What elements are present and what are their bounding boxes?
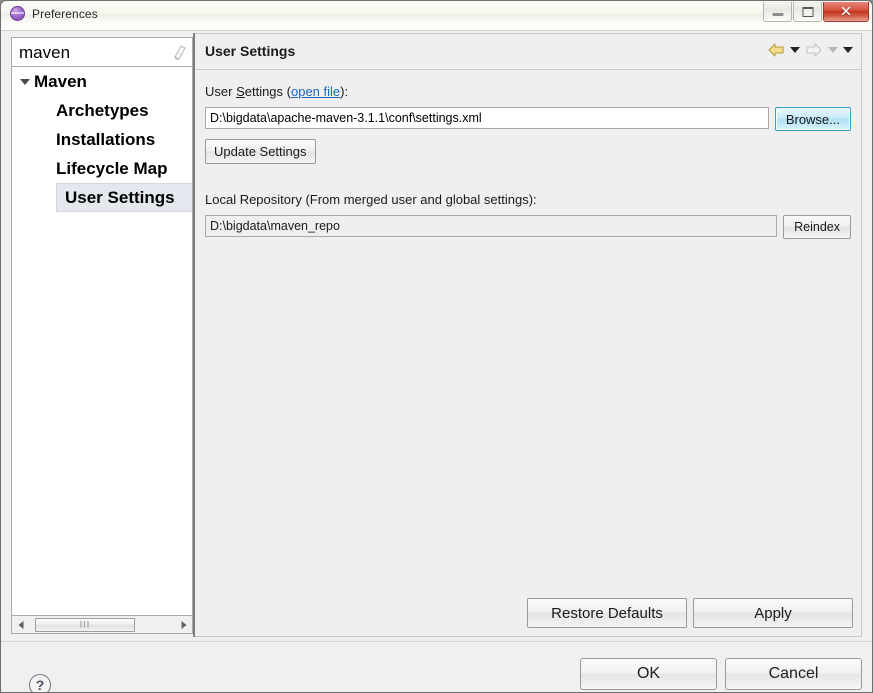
restore-defaults-button[interactable]: Restore Defaults (527, 598, 687, 628)
tree-item-label: User Settings (65, 187, 175, 207)
page-navigation (767, 42, 853, 58)
page-action-buttons: Restore Defaults Apply (527, 598, 853, 628)
apply-button[interactable]: Apply (693, 598, 853, 628)
preferences-dialog: Preferences ✕ maven Maven Archetypes Ins… (0, 0, 873, 693)
tree-item-label: Archetypes (56, 100, 149, 120)
preference-tree-pane: Maven Archetypes Installations Lifecycle… (11, 37, 193, 634)
local-repository-label: Local Repository (From merged user and g… (205, 192, 537, 207)
tree-item-installations[interactable]: Installations (12, 125, 192, 154)
user-settings-label-mnemonic: S (236, 84, 245, 99)
user-settings-label-rest: ettings ( (244, 84, 291, 99)
filter-box[interactable] (11, 37, 193, 68)
user-settings-label-suffix: ): (340, 84, 349, 99)
scroll-right-icon[interactable] (175, 617, 192, 633)
help-question-icon[interactable]: ? (29, 674, 51, 692)
back-history-chevron-down-icon[interactable] (790, 47, 800, 53)
forward-history-chevron-down-icon (828, 47, 838, 53)
settings-form: User Settings (open file): Browse... Upd… (195, 70, 861, 239)
tree-item-label: Maven (34, 71, 87, 91)
view-menu-chevron-down-icon[interactable] (843, 47, 853, 53)
window-title: Preferences (32, 6, 98, 21)
settings-panel: User Settings User Settings (open file):… (195, 33, 862, 637)
tree-item-label: Lifecycle Map (56, 158, 168, 178)
close-button[interactable]: ✕ (823, 2, 869, 22)
tree-item-lifecycle-mappings[interactable]: Lifecycle Map (12, 154, 192, 183)
update-settings-button[interactable]: Update Settings (205, 139, 316, 164)
open-file-link[interactable]: open file (291, 84, 340, 99)
form-spacer (205, 164, 851, 192)
tree-item-archetypes[interactable]: Archetypes (12, 96, 192, 125)
minimize-icon (772, 13, 783, 16)
local-repository-path-input (205, 215, 778, 237)
scrollbar-thumb[interactable]: III (35, 617, 135, 632)
user-settings-label: User Settings (open file): (205, 84, 851, 99)
preference-tree[interactable]: Maven Archetypes Installations Lifecycle… (11, 67, 193, 616)
title-bar-left: Preferences (10, 6, 98, 21)
page-title: User Settings (205, 43, 296, 59)
tree-item-label: Installations (56, 129, 156, 149)
footer-action-buttons: OK Cancel (580, 658, 862, 690)
scrollbar-track[interactable]: III (29, 617, 175, 633)
tree-item-user-settings[interactable]: User Settings (56, 183, 192, 212)
reindex-button[interactable]: Reindex (783, 215, 851, 239)
tree-item-maven[interactable]: Maven (12, 67, 192, 96)
maximize-icon (802, 6, 813, 17)
browse-button[interactable]: Browse... (774, 107, 851, 131)
ok-button[interactable]: OK (580, 658, 717, 690)
chevron-down-icon[interactable] (20, 78, 30, 85)
search-input[interactable] (17, 38, 161, 68)
local-repository-row: Reindex (205, 215, 851, 239)
maximize-button[interactable] (793, 2, 822, 22)
tree-horizontal-scrollbar[interactable]: III (11, 616, 193, 634)
dialog-body: Maven Archetypes Installations Lifecycle… (1, 31, 872, 692)
forward-arrow-icon (805, 42, 823, 58)
window-controls: ✕ (762, 2, 869, 22)
dialog-footer: ? OK Cancel (1, 641, 872, 692)
clear-filter-icon[interactable] (172, 44, 186, 61)
minimize-button[interactable] (763, 2, 792, 22)
maven-sphere-icon (10, 6, 25, 21)
user-settings-label-prefix: User (205, 84, 237, 99)
user-settings-row: Browse... (205, 107, 851, 131)
scroll-left-icon[interactable] (12, 617, 29, 633)
title-bar[interactable]: Preferences ✕ (1, 1, 872, 31)
back-arrow-icon[interactable] (767, 42, 785, 58)
user-settings-path-input[interactable] (205, 107, 769, 129)
page-header: User Settings (195, 34, 861, 70)
cancel-button[interactable]: Cancel (725, 658, 862, 690)
close-icon: ✕ (839, 2, 853, 20)
scrollbar-grip: III (79, 619, 91, 629)
